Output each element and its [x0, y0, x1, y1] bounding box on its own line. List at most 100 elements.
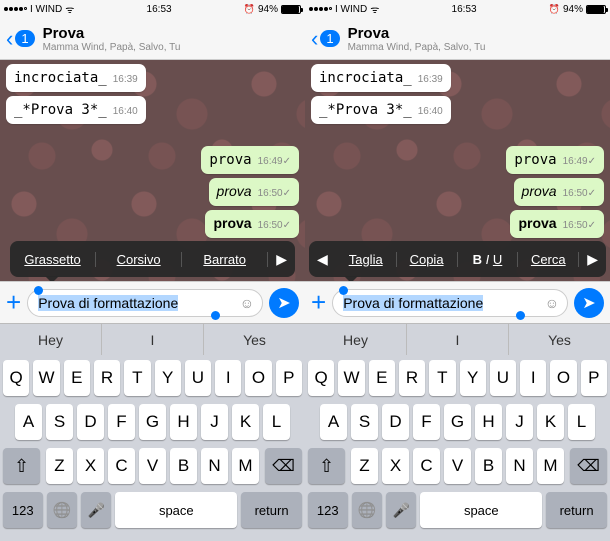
key-m[interactable]: M — [232, 448, 259, 484]
shift-key[interactable] — [3, 448, 40, 484]
key-k[interactable]: K — [232, 404, 259, 440]
key-j[interactable]: J — [201, 404, 228, 440]
message-in[interactable]: incrociata_16:39 — [6, 64, 146, 92]
key-y[interactable]: Y — [155, 360, 181, 396]
menu-italic[interactable]: Corsivo — [96, 252, 182, 267]
delete-key[interactable] — [570, 448, 607, 484]
message-input[interactable]: Prova di formattazione ☺ — [27, 289, 263, 317]
message-in[interactable]: incrociata_16:39 — [311, 64, 451, 92]
key-b[interactable]: B — [170, 448, 197, 484]
send-button[interactable]: ➤ — [574, 288, 604, 318]
key-s[interactable]: S — [351, 404, 378, 440]
key-v[interactable]: V — [444, 448, 471, 484]
key-c[interactable]: C — [108, 448, 135, 484]
suggestion[interactable]: Yes — [204, 324, 305, 355]
suggestion[interactable]: Hey — [305, 324, 407, 355]
message-out[interactable]: prova16:50✓ — [514, 178, 604, 206]
key-p[interactable]: P — [276, 360, 302, 396]
menu-copy[interactable]: Copia — [397, 252, 458, 267]
key-g[interactable]: G — [139, 404, 166, 440]
key-x[interactable]: X — [77, 448, 104, 484]
chat-title-area[interactable]: Prova Mamma Wind, Papà, Salvo, Tu — [348, 25, 604, 53]
key-i[interactable]: I — [215, 360, 241, 396]
key-b[interactable]: B — [475, 448, 502, 484]
attach-button[interactable]: + — [311, 287, 326, 318]
suggestion[interactable]: Hey — [0, 324, 102, 355]
return-key[interactable]: return — [241, 492, 302, 528]
selection-handle[interactable] — [339, 286, 348, 295]
key-f[interactable]: F — [413, 404, 440, 440]
mic-key[interactable] — [386, 492, 416, 528]
space-key[interactable]: space — [420, 492, 542, 528]
selection-handle[interactable] — [34, 286, 43, 295]
message-out[interactable]: prova16:49✓ — [201, 146, 299, 174]
menu-search[interactable]: Cerca — [518, 252, 579, 267]
key-r[interactable]: R — [94, 360, 120, 396]
shift-key[interactable] — [308, 448, 345, 484]
key-d[interactable]: D — [77, 404, 104, 440]
message-input[interactable]: Prova di formattazione ☺ — [332, 289, 568, 317]
selection-handle[interactable] — [211, 311, 220, 320]
key-e[interactable]: E — [369, 360, 395, 396]
key-e[interactable]: E — [64, 360, 90, 396]
key-t[interactable]: T — [429, 360, 455, 396]
delete-key[interactable] — [265, 448, 302, 484]
menu-next-icon[interactable]: ▶ — [268, 251, 295, 268]
emoji-icon[interactable]: ☺ — [545, 295, 559, 311]
key-p[interactable]: P — [581, 360, 607, 396]
key-y[interactable]: Y — [460, 360, 486, 396]
key-z[interactable]: Z — [46, 448, 73, 484]
key-q[interactable]: Q — [308, 360, 334, 396]
key-z[interactable]: Z — [351, 448, 378, 484]
key-o[interactable]: O — [550, 360, 576, 396]
message-in[interactable]: _*Prova 3*_16:40 — [311, 96, 451, 124]
key-k[interactable]: K — [537, 404, 564, 440]
numeric-key[interactable]: 123 — [3, 492, 43, 528]
suggestion[interactable]: I — [102, 324, 204, 355]
key-w[interactable]: W — [33, 360, 59, 396]
key-n[interactable]: N — [201, 448, 228, 484]
key-f[interactable]: F — [108, 404, 135, 440]
key-n[interactable]: N — [506, 448, 533, 484]
key-u[interactable]: U — [185, 360, 211, 396]
back-button[interactable]: ‹ 1 — [311, 26, 340, 52]
key-s[interactable]: S — [46, 404, 73, 440]
key-q[interactable]: Q — [3, 360, 29, 396]
menu-strike[interactable]: Barrato — [182, 252, 268, 267]
message-out[interactable]: prova16:50✓ — [205, 210, 299, 238]
key-o[interactable]: O — [245, 360, 271, 396]
menu-cut[interactable]: Taglia — [336, 252, 397, 267]
key-v[interactable]: V — [139, 448, 166, 484]
key-j[interactable]: J — [506, 404, 533, 440]
globe-key[interactable] — [352, 492, 382, 528]
key-h[interactable]: H — [475, 404, 502, 440]
key-r[interactable]: R — [399, 360, 425, 396]
menu-biu[interactable]: B I U — [458, 252, 519, 267]
key-w[interactable]: W — [338, 360, 364, 396]
return-key[interactable]: return — [546, 492, 607, 528]
space-key[interactable]: space — [115, 492, 237, 528]
key-a[interactable]: A — [15, 404, 42, 440]
suggestion[interactable]: I — [407, 324, 509, 355]
menu-bold[interactable]: Grassetto — [10, 252, 96, 267]
menu-prev-icon[interactable]: ◀ — [309, 251, 336, 268]
key-a[interactable]: A — [320, 404, 347, 440]
key-g[interactable]: G — [444, 404, 471, 440]
message-out[interactable]: prova16:50✓ — [209, 178, 299, 206]
key-l[interactable]: L — [568, 404, 595, 440]
back-button[interactable]: ‹ 1 — [6, 26, 35, 52]
chat-area[interactable]: incrociata_16:39 _*Prova 3*_16:40 prova1… — [305, 60, 610, 281]
message-in[interactable]: _*Prova 3*_16:40 — [6, 96, 146, 124]
emoji-icon[interactable]: ☺ — [240, 295, 254, 311]
key-i[interactable]: I — [520, 360, 546, 396]
key-t[interactable]: T — [124, 360, 150, 396]
chat-area[interactable]: incrociata_16:39 _*Prova 3*_16:40 prova1… — [0, 60, 305, 281]
send-button[interactable]: ➤ — [269, 288, 299, 318]
numeric-key[interactable]: 123 — [308, 492, 348, 528]
selection-handle[interactable] — [516, 311, 525, 320]
attach-button[interactable]: + — [6, 287, 21, 318]
menu-next-icon[interactable]: ▶ — [579, 251, 606, 268]
key-h[interactable]: H — [170, 404, 197, 440]
key-d[interactable]: D — [382, 404, 409, 440]
key-m[interactable]: M — [537, 448, 564, 484]
